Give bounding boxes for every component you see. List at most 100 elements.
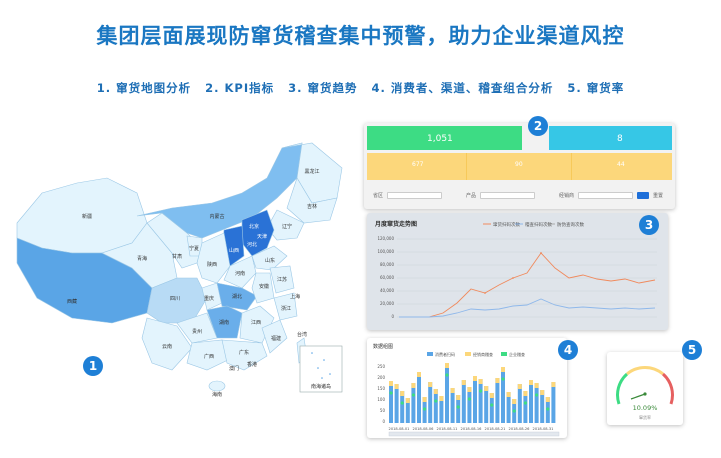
gauge-arc-red bbox=[661, 372, 674, 405]
badge-3: 3 bbox=[639, 215, 659, 235]
combo-bar-dealer bbox=[534, 383, 539, 388]
label: 40,000 bbox=[380, 288, 394, 293]
page: 集团层面展现防窜货稽查集中预警，助力企业渠道风控 1. 窜货地图分析 2. KP… bbox=[0, 0, 721, 458]
combo-y-axis: 250 200 150 100 50 0 bbox=[377, 364, 385, 424]
combo-bar-dealer bbox=[445, 363, 449, 368]
combo-point-company bbox=[456, 405, 460, 409]
label: 90 bbox=[515, 161, 523, 168]
kpi-card-cyan[interactable]: 8 bbox=[549, 126, 672, 150]
combo-bar-dealer bbox=[473, 376, 477, 381]
label: 云南 bbox=[162, 343, 172, 350]
filter-label: 省区 bbox=[373, 192, 384, 199]
label: 250 bbox=[377, 364, 385, 369]
combo-point-company bbox=[535, 393, 539, 397]
feature-item: 4. 消费者、渠道、稽查组合分析 bbox=[371, 81, 554, 95]
combo-point-company bbox=[512, 409, 516, 413]
combo-bar-dealer bbox=[495, 378, 500, 383]
province-hainan bbox=[208, 380, 226, 392]
label: 宁夏 bbox=[189, 245, 199, 252]
combo-legend: 消费者扫码 经销商稽查 企业稽查 bbox=[427, 351, 525, 357]
label: 100 bbox=[377, 397, 385, 402]
label: 80,000 bbox=[380, 262, 394, 267]
combo-bar-consumer bbox=[551, 382, 556, 423]
kpi-card-green[interactable]: 1,051 bbox=[367, 126, 522, 150]
combo-bar-dealer bbox=[394, 384, 399, 389]
china-smuggling-map[interactable]: 南海诸岛 新疆 西藏 青海 甘肃 宁夏 内蒙古 黑龙江 吉林 辽宁 北京 天津 … bbox=[12, 138, 362, 398]
kpi-cell[interactable]: 44 bbox=[572, 153, 672, 180]
label: 香港 bbox=[247, 361, 257, 368]
kpi-cell[interactable]: 677 bbox=[367, 153, 467, 180]
combo-point-company bbox=[411, 393, 415, 397]
combo-bar-dealer bbox=[529, 380, 533, 385]
combo-point-company bbox=[479, 389, 483, 393]
feature-item: 1. 窜货地图分析 bbox=[96, 81, 192, 95]
reset-button[interactable]: 重置 bbox=[653, 192, 663, 199]
combo-point-company bbox=[400, 401, 404, 405]
combo-bar-consumer bbox=[394, 384, 399, 423]
label: 2018-08-11 bbox=[437, 427, 458, 431]
label: 福建 bbox=[271, 335, 281, 342]
gauge-arc-yellow bbox=[626, 366, 664, 376]
province-select[interactable] bbox=[387, 191, 443, 199]
badge-4: 4 bbox=[558, 340, 578, 360]
label: 广西 bbox=[204, 353, 214, 360]
label: 防伪查询次数 bbox=[557, 221, 584, 228]
trend-legend: 窜货扫码次数 稽查扫码次数 防伪查询次数 bbox=[483, 221, 584, 228]
label: 60,000 bbox=[380, 275, 394, 280]
label: 台湾 bbox=[297, 331, 307, 338]
combo-bar-consumer bbox=[473, 376, 477, 423]
label: 吉林 bbox=[307, 203, 317, 210]
combo-bar-dealer bbox=[411, 383, 416, 388]
feature-item: 3. 窜货趋势 bbox=[288, 81, 358, 95]
combo-bar-consumer bbox=[529, 380, 533, 423]
label: 0 bbox=[391, 314, 394, 319]
combo-bar-consumer bbox=[534, 383, 539, 423]
combo-bar-dealer bbox=[517, 384, 522, 389]
combo-bar-consumer bbox=[450, 388, 455, 423]
combo-bar-dealer bbox=[405, 398, 410, 403]
query-button[interactable] bbox=[637, 191, 650, 199]
combo-x-axis: 2018-08-01 2018-08-06 2018-08-11 2018-08… bbox=[389, 427, 554, 431]
label: 重庆 bbox=[204, 295, 214, 302]
label: 陕西 bbox=[207, 261, 217, 268]
gauge-arc-green bbox=[616, 372, 629, 405]
filter-label: 经销商 bbox=[559, 192, 575, 199]
combo-bar-dealer bbox=[433, 389, 438, 394]
trend-y-axis: 120,000 100,000 80,000 60,000 40,000 20,… bbox=[377, 236, 394, 319]
kpi-cell[interactable]: 90 bbox=[467, 153, 572, 180]
combo-point-company bbox=[434, 399, 438, 403]
combo-bars bbox=[389, 363, 556, 423]
combo-point-company bbox=[467, 397, 471, 401]
combo-point-company bbox=[501, 377, 505, 381]
label: 四川 bbox=[170, 296, 180, 302]
combo-bar-consumer bbox=[478, 379, 483, 423]
label: 上海 bbox=[290, 293, 300, 300]
dealer-select[interactable] bbox=[578, 191, 634, 199]
combo-bar-consumer bbox=[484, 386, 489, 423]
combo-bar-dealer bbox=[551, 382, 556, 387]
label: 44 bbox=[617, 161, 625, 168]
label: 澳门 bbox=[229, 365, 239, 372]
feature-list: 1. 窜货地图分析 2. KPI指标 3. 窜货趋势 4. 消费者、渠道、稽查组… bbox=[0, 80, 721, 96]
label: 50 bbox=[380, 408, 386, 413]
label: 广东 bbox=[239, 349, 249, 356]
label: 0 bbox=[382, 419, 385, 424]
label: 100,000 bbox=[377, 249, 394, 254]
kpi-panel: 1,051 8 677 90 44 省区 产品 经销商 重置 bbox=[364, 123, 675, 209]
product-select[interactable] bbox=[480, 191, 536, 199]
combo-bar-consumer bbox=[389, 381, 393, 423]
kpi-card-value: 8 bbox=[617, 134, 623, 144]
gauge-value: 10.09% bbox=[633, 404, 658, 412]
combo-bar-consumer bbox=[467, 387, 472, 423]
label: 120,000 bbox=[377, 236, 394, 241]
label: 新疆 bbox=[82, 213, 92, 220]
label: 677 bbox=[412, 161, 424, 168]
label: 黑龙江 bbox=[304, 168, 319, 175]
trend-title: 月度窜货走势图 bbox=[374, 220, 417, 228]
label: 山西 bbox=[229, 247, 239, 254]
combo-bar-consumer bbox=[411, 383, 416, 423]
kpi-row-yellow: 677 90 44 bbox=[367, 153, 672, 180]
label: 海南 bbox=[212, 391, 222, 398]
label: 2018-08-01 bbox=[389, 427, 410, 431]
combo-point-company bbox=[423, 407, 427, 411]
